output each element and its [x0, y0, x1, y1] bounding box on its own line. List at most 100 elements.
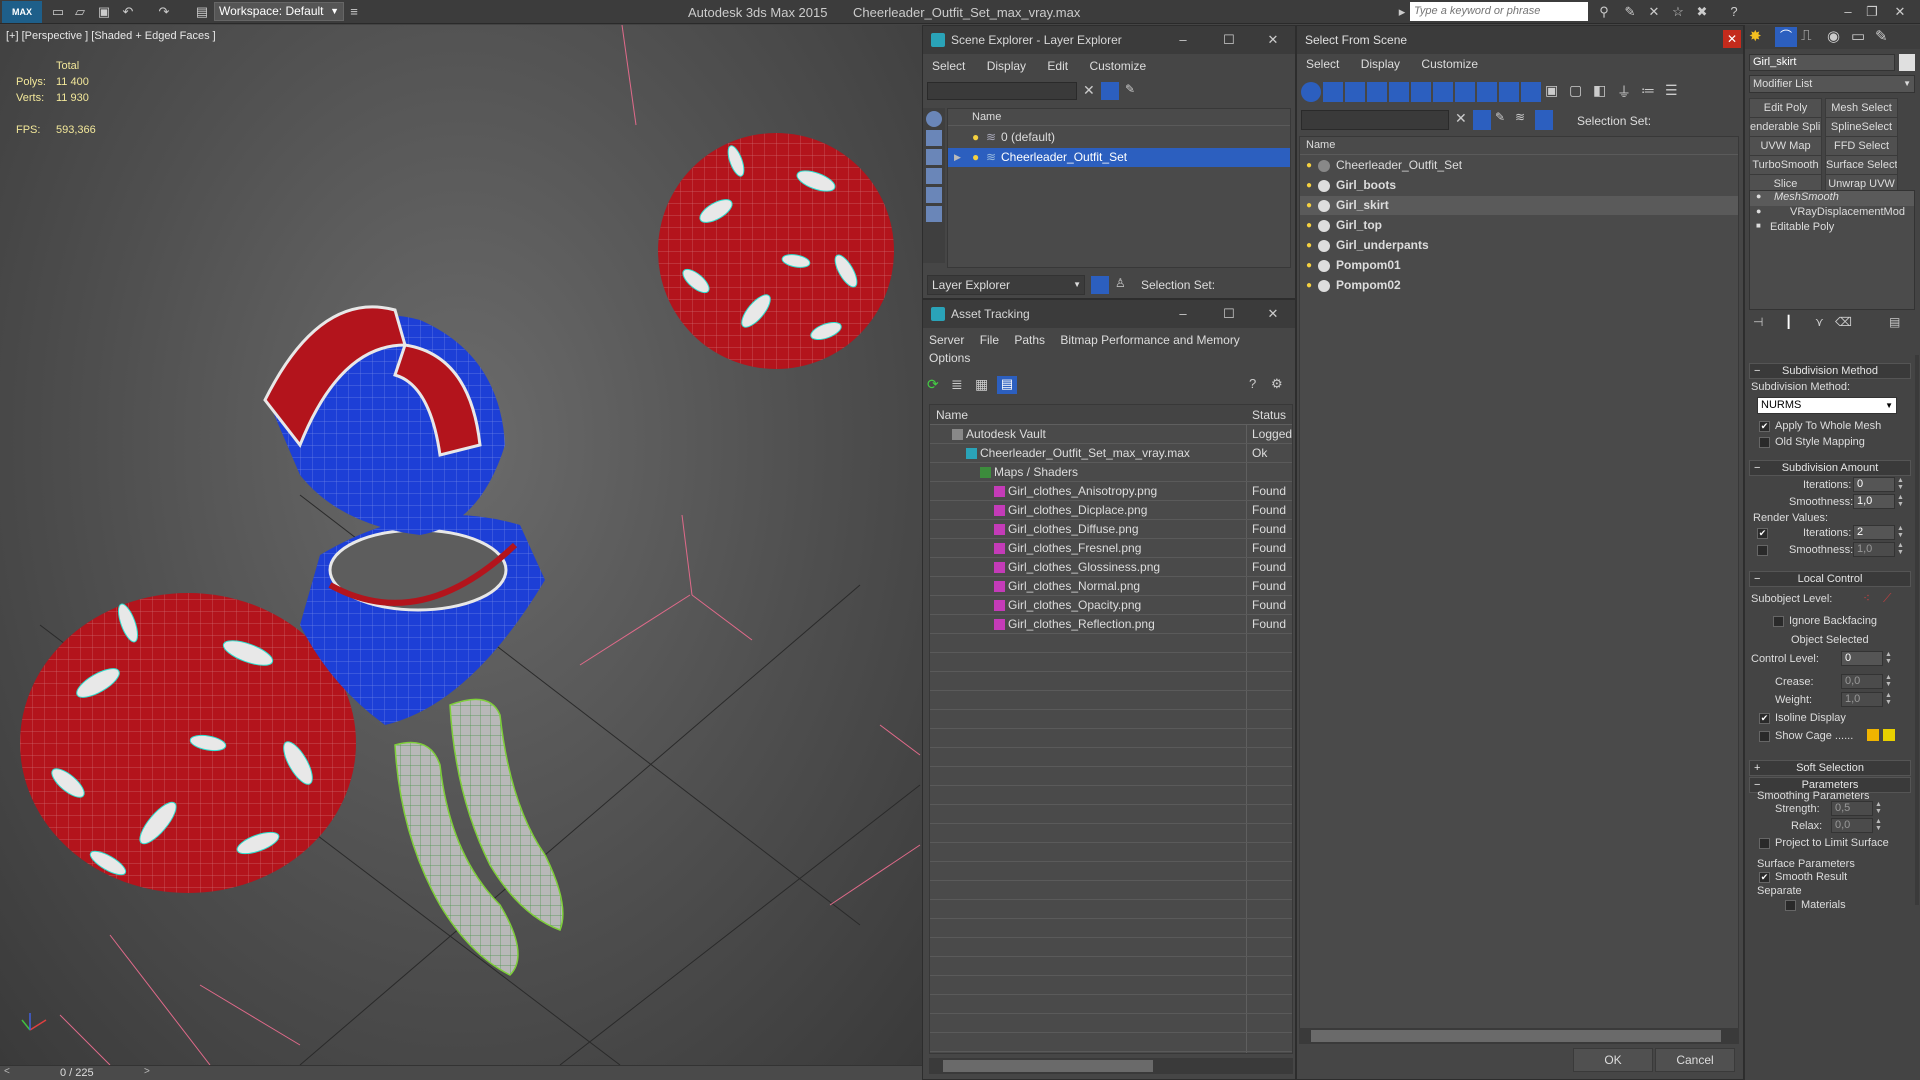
cancel-button[interactable]: Cancel — [1655, 1048, 1735, 1072]
help-icon[interactable]: ? — [1726, 4, 1742, 20]
modifier-button[interactable]: TurboSmooth — [1749, 155, 1822, 175]
menu-paths[interactable]: Paths — [1008, 330, 1051, 350]
menu-display[interactable]: Display — [1352, 54, 1409, 74]
select-all-icon[interactable]: ▣ — [1545, 82, 1558, 99]
render-smoothness-spinner[interactable]: 1,0 — [1853, 542, 1895, 557]
filter-toggle-icon[interactable] — [1473, 110, 1491, 130]
filter-lights-icon[interactable] — [1345, 82, 1365, 102]
menu-select[interactable]: Select — [923, 56, 974, 76]
layer-tree-header[interactable]: Name — [948, 109, 1290, 126]
ignore-backfacing-checkbox[interactable] — [1773, 616, 1784, 627]
filter-icon[interactable] — [1101, 82, 1119, 100]
show-end-result-icon[interactable]: ┃ — [1785, 315, 1792, 329]
menu-edit[interactable]: Edit — [1038, 56, 1077, 76]
edge-level-icon[interactable]: ⟋ — [1883, 591, 1891, 606]
spinner-arrows-icon[interactable]: ▲ ▼ — [1897, 542, 1907, 557]
horizontal-scrollbar[interactable] — [1299, 1028, 1739, 1044]
object-row[interactable]: ● Cheerleader_Outfit_Set — [1300, 156, 1738, 175]
rollup-subdivision-amount[interactable]: − Subdivision Amount — [1749, 460, 1911, 476]
menu-customize[interactable]: Customize — [1080, 56, 1155, 76]
show-cage-checkbox[interactable] — [1759, 731, 1770, 742]
list-view-icon[interactable]: ≣ — [951, 376, 969, 394]
project-limit-checkbox[interactable] — [1759, 838, 1770, 849]
asset-row[interactable]: Girl_clothes_Reflection.png Found — [930, 615, 1292, 634]
filter-spacewarps-icon[interactable] — [1411, 82, 1431, 102]
asset-row[interactable]: Girl_clothes_Dicplace.png Found — [930, 501, 1292, 520]
vertex-level-icon[interactable]: ⁖ — [1863, 591, 1870, 605]
menu-expand-icon[interactable]: ≡ — [346, 4, 362, 20]
workspace-dropdown[interactable]: Workspace: Default ▼ — [214, 2, 344, 21]
remove-modifier-icon[interactable]: ⌫ — [1835, 315, 1852, 329]
scene-render[interactable] — [0, 25, 922, 1065]
minimize-icon[interactable]: – — [1840, 4, 1856, 20]
menu-select[interactable]: Select — [1297, 54, 1348, 74]
layer-row-default[interactable]: ● ≋ 0 (default) — [948, 128, 1290, 147]
table-view-icon[interactable]: ▤ — [997, 376, 1017, 394]
find-case-icon[interactable]: ✎ — [1495, 110, 1505, 124]
strength-spinner[interactable]: 0,5 — [1831, 801, 1873, 816]
close-icon[interactable]: ✕ — [1251, 300, 1295, 328]
light-bulb-icon[interactable]: ● — [972, 128, 979, 147]
spinner-arrows-icon[interactable]: ▲ ▼ — [1897, 477, 1907, 492]
object-row[interactable]: ● Girl_boots — [1300, 176, 1738, 195]
exchange-icon[interactable]: ✖ — [1694, 4, 1710, 20]
select-from-scene-titlebar[interactable]: Select From Scene — [1297, 26, 1743, 54]
spinner-arrows-icon[interactable]: ▲ ▼ — [1885, 692, 1895, 707]
relax-spinner[interactable]: 0,0 — [1831, 818, 1873, 833]
object-row[interactable]: ● Girl_top — [1300, 216, 1738, 235]
asset-row[interactable]: Cheerleader_Outfit_Set_max_vray.max Ok — [930, 444, 1292, 463]
filter-xrefs-icon[interactable] — [1455, 82, 1475, 102]
select-none-icon[interactable]: ▢ — [1569, 82, 1582, 99]
scrollbar-thumb[interactable] — [943, 1060, 1153, 1072]
spinner-arrows-icon[interactable]: ▲ ▼ — [1885, 674, 1895, 689]
stack-item-vraydisplacement[interactable]: ● VRayDisplacementMod — [1750, 206, 1914, 221]
filter-geometry-icon[interactable] — [1301, 82, 1321, 102]
weight-spinner[interactable]: 1,0 — [1841, 692, 1883, 707]
options-icon[interactable]: ☰ — [1665, 82, 1678, 99]
settings-icon[interactable]: ⚙ — [1271, 376, 1283, 392]
modifier-button[interactable]: Mesh Select — [1825, 98, 1898, 118]
crease-spinner[interactable]: 0,0 — [1841, 674, 1883, 689]
light-bulb-icon[interactable]: ● — [1306, 176, 1312, 195]
app-logo[interactable]: MAX — [2, 1, 42, 23]
filter-shapes-icon[interactable] — [1323, 82, 1343, 102]
thumbnail-view-icon[interactable]: ▦ — [975, 376, 993, 394]
close-icon[interactable]: ✕ — [1723, 30, 1741, 48]
configure-sets-icon[interactable]: ▤ — [1889, 315, 1900, 329]
spinner-arrows-icon[interactable]: ▲ ▼ — [1875, 801, 1885, 816]
modifier-button[interactable]: enderable Splir — [1749, 117, 1822, 137]
open-file-icon[interactable]: ▱ — [72, 4, 88, 20]
display-lights-icon[interactable] — [926, 149, 942, 165]
cage-color-swatch-1[interactable] — [1867, 729, 1879, 741]
scrollbar-thumb[interactable] — [1311, 1030, 1721, 1042]
rollup-subdivision-method[interactable]: − Subdivision Method — [1749, 363, 1911, 379]
pin-stack-icon[interactable]: ⊣ — [1753, 315, 1763, 329]
modifier-button[interactable]: Surface Select — [1825, 155, 1898, 175]
render-smoothness-checkbox[interactable] — [1757, 545, 1768, 556]
render-iterations-spinner[interactable]: 2 — [1853, 525, 1895, 540]
filter-bones-icon[interactable] — [1477, 82, 1497, 102]
redo-icon[interactable]: ↷ — [156, 4, 172, 20]
menu-file[interactable]: File — [974, 330, 1005, 350]
display-cameras-icon[interactable] — [926, 168, 942, 184]
hierarchy-mode-icon[interactable] — [1535, 110, 1553, 130]
new-file-icon[interactable]: ▭ — [50, 4, 66, 20]
hierarchy-tab-icon[interactable]: ⎍ — [1801, 27, 1812, 44]
hierarchy-icon[interactable]: ≔ — [1641, 82, 1655, 99]
panel-scrollbar[interactable] — [1915, 355, 1919, 905]
subscription-icon[interactable]: ✕ — [1646, 4, 1662, 20]
save-icon[interactable]: ▣ — [96, 4, 112, 20]
light-bulb-icon[interactable]: ● — [1306, 236, 1312, 255]
menu-display[interactable]: Display — [978, 56, 1035, 76]
light-bulb-icon[interactable]: ● — [1756, 191, 1761, 201]
select-search-input[interactable] — [1301, 110, 1449, 130]
binoculars-icon[interactable]: ⚲ — [1596, 4, 1612, 20]
menu-server[interactable]: Server — [923, 330, 970, 350]
column-status[interactable]: Status — [1252, 408, 1286, 422]
clear-search-icon[interactable]: ✕ — [1455, 110, 1467, 127]
refresh-icon[interactable]: ⟳ — [927, 376, 945, 394]
utilities-tab-icon[interactable]: ✎ — [1875, 27, 1888, 45]
minimize-icon[interactable]: – — [1161, 26, 1205, 54]
close-icon[interactable]: ✕ — [1251, 26, 1295, 54]
scene-explorer-search[interactable] — [927, 82, 1077, 100]
